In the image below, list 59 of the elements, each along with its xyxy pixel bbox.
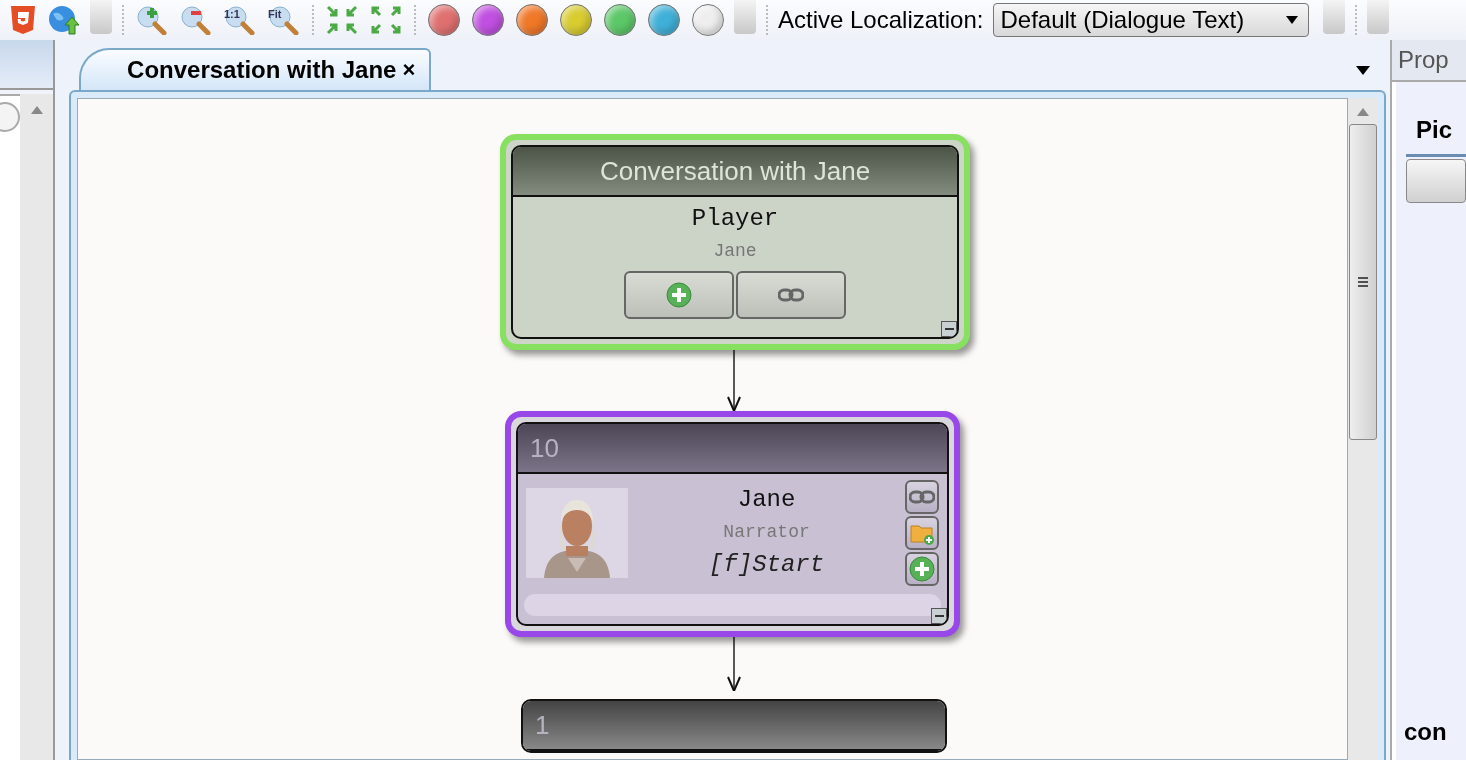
color-swatch-button[interactable] [472,4,504,36]
color-swatch-button[interactable] [428,4,460,36]
html5-button[interactable] [10,3,36,37]
collapse-button[interactable] [941,321,958,337]
link-button[interactable] [905,480,940,514]
arrows-outward-icon [370,5,402,35]
magnifier-icon [268,5,300,35]
color-swatch-button[interactable] [692,4,724,36]
zoom-fit-button[interactable]: Fit [268,3,300,37]
zoom-in-icon [136,5,168,35]
minus-icon [944,328,954,330]
upload-button[interactable] [48,3,80,37]
color-swatch-button[interactable] [516,4,548,36]
conversant-name: Jane [713,240,757,263]
magnifier-icon [224,5,256,35]
scroll-thumb[interactable] [1349,124,1377,440]
close-icon[interactable]: × [402,57,416,83]
folder-add-button[interactable] [905,516,940,550]
zoom-out-button[interactable] [180,3,212,37]
collapse-button[interactable] [931,608,948,624]
zoom-in-button[interactable] [136,3,168,37]
arrows-inward-icon [326,5,358,35]
actor-name: Player [691,204,779,234]
scroll-up-icon [30,106,43,114]
scrollbar[interactable] [20,94,54,760]
add-icon [666,282,693,308]
color-swatch-button[interactable] [648,4,680,36]
dialogue-text: [f]Start [708,550,825,580]
conversant-name: Narrator [723,521,810,544]
actor-name: Jane [737,485,796,515]
localization-label: Active Localization: [778,6,984,34]
add-icon [909,556,936,582]
shield-icon [10,5,36,35]
scrollbar[interactable] [1348,98,1378,760]
add-button[interactable] [624,271,735,319]
scroll-up-icon [1357,108,1369,116]
caret-icon [1286,16,1299,24]
globe-upload-icon [48,5,80,35]
dialogue-node[interactable]: Conversation with Jane Player Jane [500,134,971,350]
field-label: con [1404,718,1447,746]
add-button[interactable] [905,552,940,586]
zoom-label: Fit [268,8,282,20]
panel-button[interactable] [1406,159,1466,203]
zoom-label: 1:1 [224,8,240,20]
grip-icon [1357,276,1369,288]
zoom-actual-button[interactable]: 1:1 [224,3,256,37]
node-title: Conversation with Jane [513,147,958,197]
localization-dropdown[interactable]: Default (Dialogue Text) [993,3,1310,37]
chain-link-icon [909,490,936,504]
color-swatch-button[interactable] [604,4,636,36]
panel-tab[interactable]: Prop [1392,40,1466,82]
dialogue-node[interactable]: 10 Jane Narrator [f]Start [505,411,961,637]
chain-link-icon [778,288,805,302]
zoom-out-icon [180,5,212,35]
link-button[interactable] [736,271,847,319]
node-id: 10 [518,424,948,474]
document-tab[interactable]: Conversation with Jane × [79,48,432,90]
dropdown-caret-icon[interactable] [1356,66,1370,75]
color-swatch-button[interactable] [560,4,592,36]
